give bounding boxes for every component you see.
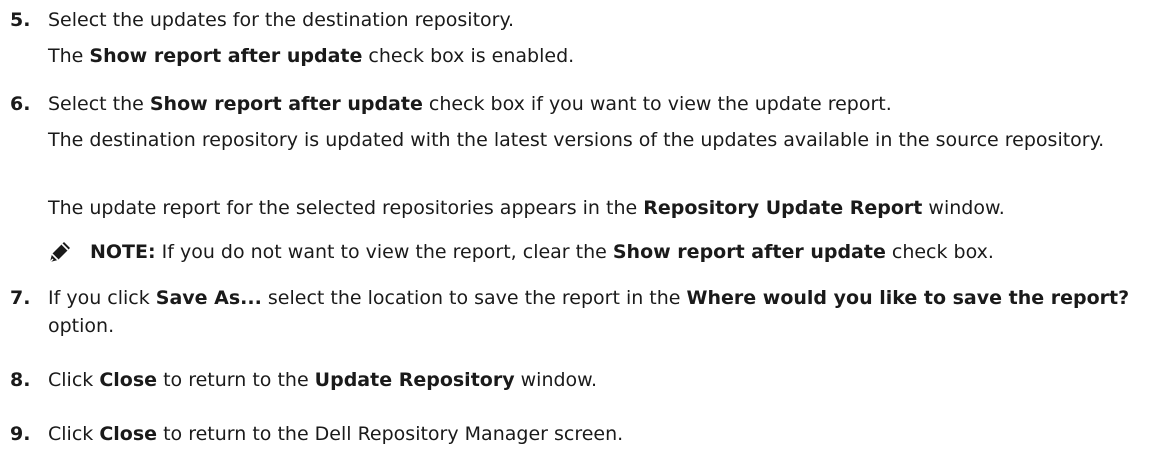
bold-term: Save As... bbox=[155, 287, 262, 309]
bold-term: Update Repository bbox=[314, 369, 515, 391]
bold-term: NOTE: bbox=[90, 241, 156, 263]
step-text: Select the updates for the destination r… bbox=[48, 6, 1163, 34]
text-run: check box. bbox=[885, 241, 994, 263]
text-run: The update report for the selected repos… bbox=[48, 197, 644, 219]
step-result: The destination repository is updated wi… bbox=[48, 126, 1163, 154]
text-run: The destination repository is updated wi… bbox=[48, 129, 1105, 151]
step-text: If you click Save As... select the locat… bbox=[48, 284, 1163, 340]
step-number: 6. bbox=[10, 93, 31, 115]
text-run: Click bbox=[48, 423, 100, 445]
bold-term: Repository Update Report bbox=[643, 197, 923, 219]
text-run: select the location to save the report i… bbox=[261, 287, 687, 309]
bold-term: Show report after update bbox=[612, 241, 886, 263]
step-number: 8. bbox=[10, 369, 31, 391]
text-run: check box if you want to view the update… bbox=[422, 93, 892, 115]
text-run: to return to the bbox=[157, 369, 315, 391]
step-text: Click Close to return to the Dell Reposi… bbox=[48, 420, 1163, 448]
text-run: to return to the Dell Repository Manager… bbox=[157, 423, 624, 445]
text-run: The bbox=[48, 45, 90, 67]
text-run: If you do not want to view the report, c… bbox=[155, 241, 613, 263]
bold-term: Where would you like to save the report? bbox=[686, 287, 1130, 309]
step-number: 7. bbox=[10, 287, 31, 309]
text-run: option. bbox=[48, 315, 115, 337]
step-text: Select the Show report after update chec… bbox=[48, 90, 1163, 118]
step-number: 9. bbox=[10, 423, 31, 445]
bold-term: Close bbox=[99, 369, 158, 391]
text-run: window. bbox=[514, 369, 598, 391]
step-text: Click Close to return to the Update Repo… bbox=[48, 366, 1163, 394]
bold-term: Show report after update bbox=[89, 45, 363, 67]
bold-term: Show report after update bbox=[149, 93, 423, 115]
note-text: NOTE: If you do not want to view the rep… bbox=[90, 238, 1163, 266]
step-result: The update report for the selected repos… bbox=[48, 194, 1163, 222]
text-run: Click bbox=[48, 369, 100, 391]
text-run: Select the updates for the destination r… bbox=[48, 9, 515, 31]
text-run: Select the bbox=[48, 93, 150, 115]
text-run: check box is enabled. bbox=[362, 45, 575, 67]
text-run: If you click bbox=[48, 287, 156, 309]
pencil-note-icon bbox=[49, 242, 70, 263]
bold-term: Close bbox=[99, 423, 158, 445]
step-number: 5. bbox=[10, 9, 31, 31]
step-result: The Show report after update check box i… bbox=[48, 42, 1163, 70]
text-run: window. bbox=[922, 197, 1005, 219]
